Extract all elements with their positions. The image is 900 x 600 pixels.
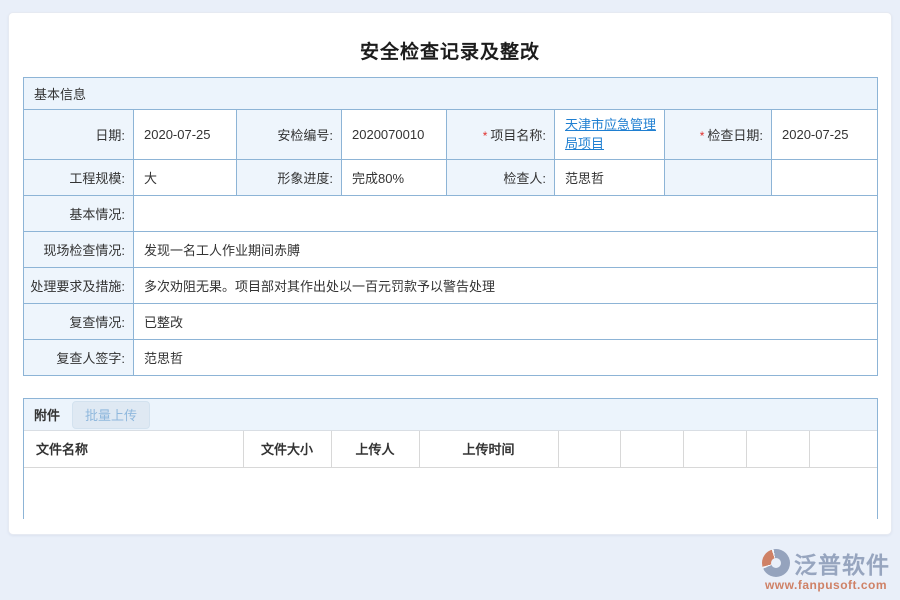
basic-info-table: 基本信息 日期: 2020-07-25 安检编号: 2020070010 *项目… — [23, 77, 878, 376]
basic-situation-label: 基本情况: — [24, 196, 134, 232]
fanpu-logo-icon — [762, 549, 790, 577]
col-empty-4 — [746, 431, 809, 467]
recheck-sign-value: 范思哲 — [134, 340, 878, 376]
content-panel: 安全检查记录及整改 基本信息 日期: 2020-07-25 安检编号: 2020… — [8, 12, 892, 535]
check-date-value: 2020-07-25 — [772, 110, 878, 160]
check-date-label-text: 检查日期: — [707, 128, 763, 143]
attachments-header-bar: 附件 批量上传 — [24, 399, 877, 431]
project-name-cell: 天津市应急管理局项目 — [555, 110, 665, 160]
progress-label: 形象进度: — [237, 160, 342, 196]
basic-situation-value — [134, 196, 878, 232]
check-date-label: *检查日期: — [665, 110, 772, 160]
progress-value: 完成80% — [342, 160, 447, 196]
attachments-title: 附件 — [34, 405, 60, 424]
required-asterisk: * — [483, 129, 488, 143]
date-value: 2020-07-25 — [134, 110, 237, 160]
col-empty-2 — [620, 431, 683, 467]
basic-info-section-header: 基本信息 — [24, 78, 878, 110]
site-check-label: 现场检查情况: — [24, 232, 134, 268]
inspector-value: 范思哲 — [555, 160, 665, 196]
col-file-size: 文件大小 — [243, 431, 331, 467]
scale-label: 工程规模: — [24, 160, 134, 196]
recheck-value: 已整改 — [134, 304, 878, 340]
project-name-label: *项目名称: — [447, 110, 555, 160]
empty-label-cell — [665, 160, 772, 196]
project-name-label-text: 项目名称: — [490, 128, 546, 143]
vendor-logo: 泛普软件 www.fanpusoft.com — [762, 546, 890, 592]
files-table-empty-body — [24, 468, 877, 519]
required-asterisk: * — [700, 129, 705, 143]
recheck-label: 复查情况: — [24, 304, 134, 340]
check-no-label: 安检编号: — [237, 110, 342, 160]
check-no-value: 2020070010 — [342, 110, 447, 160]
col-empty-1 — [558, 431, 620, 467]
attachments-section: 附件 批量上传 文件名称 文件大小 上传人 上传时间 — [23, 398, 878, 519]
project-name-link[interactable]: 天津市应急管理局项目 — [565, 116, 658, 154]
files-table: 文件名称 文件大小 上传人 上传时间 — [24, 431, 877, 468]
date-label: 日期: — [24, 110, 134, 160]
page-title: 安全检查记录及整改 — [9, 13, 891, 64]
scale-value: 大 — [134, 160, 237, 196]
empty-value-cell — [772, 160, 878, 196]
inspector-label: 检查人: — [447, 160, 555, 196]
site-check-value: 发现一名工人作业期间赤膊 — [134, 232, 878, 268]
vendor-website-url: www.fanpusoft.com — [765, 578, 887, 592]
measures-value: 多次劝阻无果。项目部对其作出处以一百元罚款予以警告处理 — [134, 268, 878, 304]
measures-label: 处理要求及措施: — [24, 268, 134, 304]
col-upload-time: 上传时间 — [419, 431, 558, 467]
col-empty-3 — [683, 431, 746, 467]
recheck-sign-label: 复查人签字: — [24, 340, 134, 376]
col-uploader: 上传人 — [331, 431, 419, 467]
col-file-name: 文件名称 — [24, 431, 243, 467]
batch-upload-button[interactable]: 批量上传 — [72, 401, 150, 429]
vendor-brand-name: 泛普软件 — [794, 546, 890, 580]
col-empty-5 — [809, 431, 877, 467]
